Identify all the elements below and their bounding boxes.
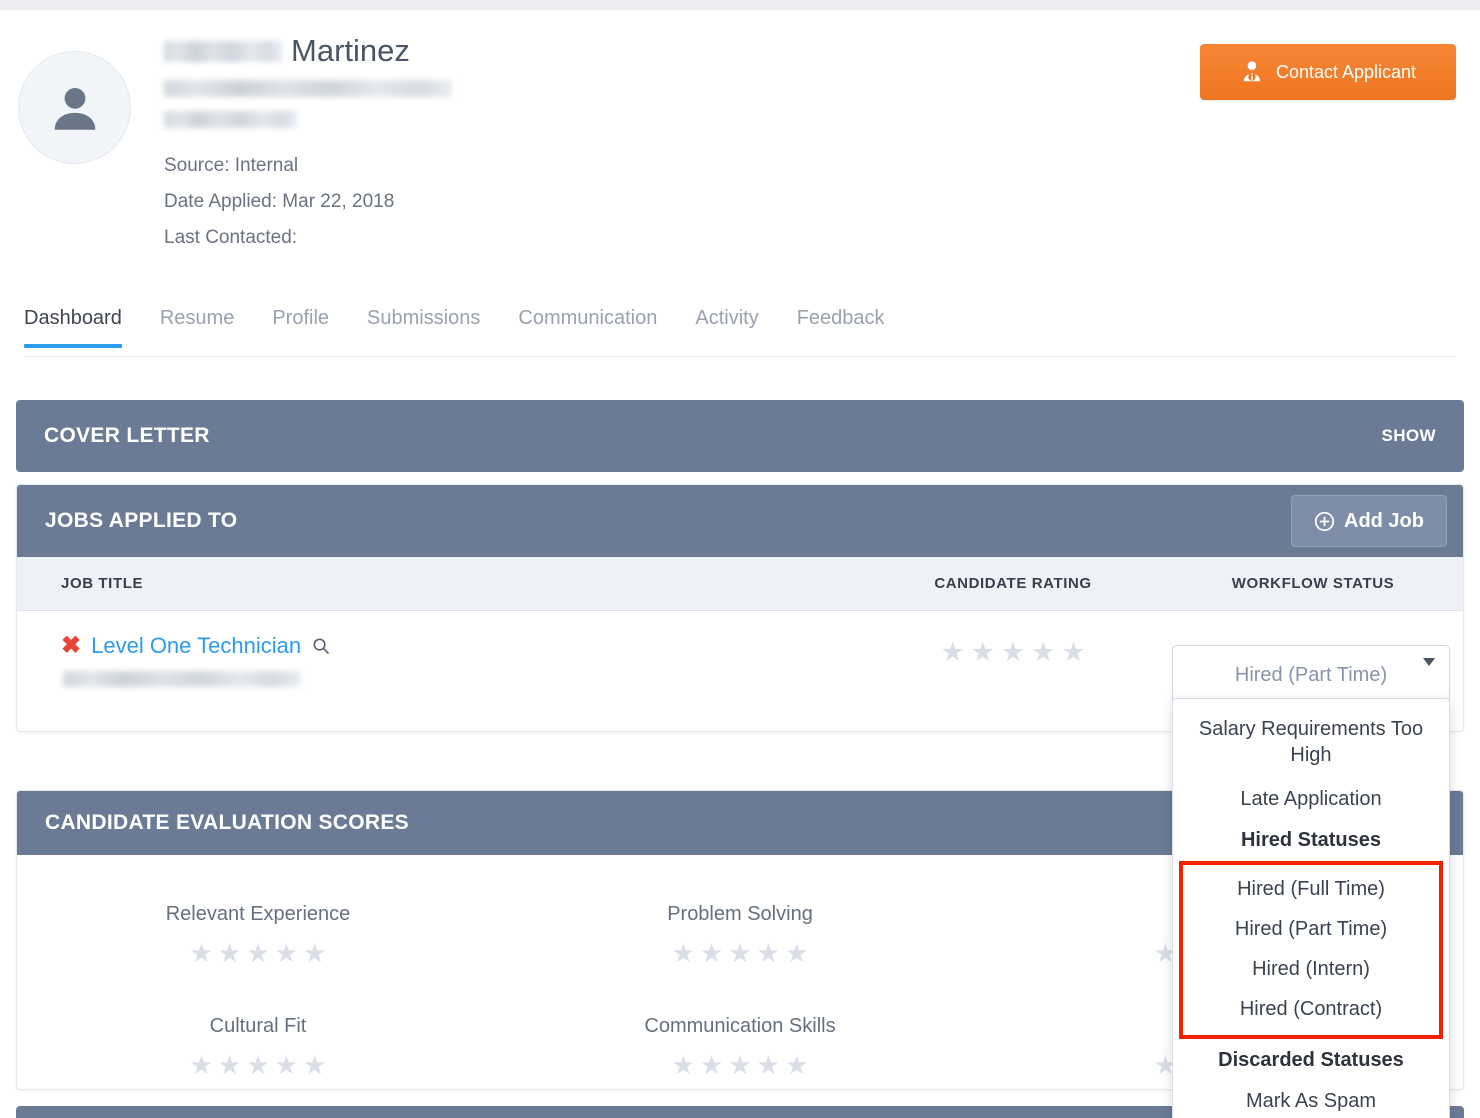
star-3[interactable]: ★ (246, 1052, 269, 1079)
column-candidate-rating: CANDIDATE RATING (863, 557, 1163, 611)
candidate-header: Martinez Source: Internal Date Applied: … (0, 22, 1480, 290)
evaluation-label: Communication Skills (644, 1015, 836, 1037)
last-contacted-label: Last Contacted: (164, 227, 298, 248)
date-applied-label: Date Applied: Mar 22, 2018 (164, 191, 395, 212)
jobs-applied-title: JOBS APPLIED TO (45, 509, 238, 532)
menu-item-late-application[interactable]: Late Application (1173, 777, 1449, 821)
star-1[interactable]: ★ (190, 940, 213, 967)
star-3[interactable]: ★ (1001, 639, 1025, 666)
hired-statuses-annotation-box: Hired (Full Time) Hired (Part Time) Hire… (1179, 861, 1443, 1039)
column-workflow-status: WORKFLOW STATUS (1163, 557, 1463, 611)
source-label: Source: Internal (164, 155, 299, 176)
menu-group-discarded-statuses: Discarded Statuses (1218, 1049, 1404, 1071)
evaluation-item-cultural-fit: Cultural Fit ★ ★ ★ ★ ★ (17, 1015, 499, 1079)
workflow-status-selected-value: Hired (Part Time) (1234, 663, 1388, 686)
job-title-link[interactable]: Level One Technician (91, 633, 301, 659)
star-4[interactable]: ★ (757, 940, 780, 967)
evaluation-stars[interactable]: ★ ★ ★ ★ ★ (499, 1052, 981, 1079)
menu-item-mark-as-spam[interactable]: Mark As Spam (1173, 1079, 1449, 1118)
star-4[interactable]: ★ (757, 1052, 780, 1079)
evaluation-stars[interactable]: ★ ★ ★ ★ ★ (499, 940, 981, 967)
avatar (18, 51, 131, 164)
star-2[interactable]: ★ (218, 940, 241, 967)
job-rating-cell: ★ ★ ★ ★ ★ (863, 611, 1163, 710)
star-4[interactable]: ★ (1031, 639, 1055, 666)
contact-applicant-label: Contact Applicant (1275, 61, 1417, 82)
menu-item-hired-contract[interactable]: Hired (Contract) (1183, 989, 1439, 1029)
redacted-job-subtitle (63, 671, 301, 687)
column-job-title: JOB TITLE (17, 557, 863, 611)
star-1[interactable]: ★ (672, 940, 695, 967)
star-3[interactable]: ★ (728, 1052, 751, 1079)
star-2[interactable]: ★ (218, 1052, 241, 1079)
evaluation-item-communication-skills: Communication Skills ★ ★ ★ ★ ★ (499, 1015, 981, 1079)
tab-dashboard[interactable]: Dashboard (24, 305, 141, 348)
job-title-row: ✖ Level One Technician (61, 633, 863, 659)
star-4[interactable]: ★ (275, 940, 298, 967)
redacted-first-name (164, 40, 282, 62)
star-5[interactable]: ★ (785, 1052, 808, 1079)
tab-activity[interactable]: Activity (676, 305, 777, 347)
add-job-label: Add Job (1344, 509, 1424, 532)
star-4[interactable]: ★ (275, 1052, 298, 1079)
candidate-dashboard-page: Martinez Source: Internal Date Applied: … (0, 0, 1480, 1118)
job-title-cell: ✖ Level One Technician (17, 611, 863, 710)
redacted-contact-line-2 (164, 97, 452, 128)
tab-communication[interactable]: Communication (499, 305, 676, 347)
star-1[interactable]: ★ (672, 1052, 695, 1079)
evaluation-label: Cultural Fit (209, 1015, 307, 1037)
tab-feedback[interactable]: Feedback (778, 305, 904, 347)
star-5[interactable]: ★ (303, 1052, 326, 1079)
star-1[interactable]: ★ (190, 1052, 213, 1079)
person-info-icon (1243, 61, 1260, 82)
candidate-name: Martinez (164, 30, 452, 72)
cover-letter-header: COVER LETTER SHOW (16, 400, 1464, 472)
magnifier-icon[interactable] (311, 636, 331, 656)
candidate-rating-stars[interactable]: ★ ★ ★ ★ ★ (863, 633, 1163, 666)
evaluation-stars[interactable]: ★ ★ ★ ★ ★ (17, 940, 499, 967)
top-strip (0, 0, 1480, 10)
evaluation-label: Relevant Experience (165, 903, 351, 925)
menu-item-hired-full-time[interactable]: Hired (Full Time) (1183, 869, 1439, 909)
candidate-evaluation-title: CANDIDATE EVALUATION SCORES (45, 811, 409, 834)
star-3[interactable]: ★ (246, 940, 269, 967)
person-avatar-icon (54, 87, 95, 130)
cover-letter-panel: COVER LETTER SHOW (16, 400, 1464, 472)
redacted-contact-line-1 (164, 72, 452, 97)
contact-applicant-button[interactable]: Contact Applicant (1200, 44, 1456, 100)
star-3[interactable]: ★ (728, 940, 751, 967)
remove-job-icon[interactable]: ✖ (61, 634, 81, 658)
candidate-tabs: Dashboard Resume Profile Submissions Com… (24, 305, 1456, 357)
star-5[interactable]: ★ (785, 940, 808, 967)
candidate-last-name: Martinez (291, 33, 410, 68)
circle-plus-icon (1314, 511, 1335, 531)
jobs-table-header-row: JOB TITLE CANDIDATE RATING WORKFLOW STAT… (17, 557, 1463, 611)
workflow-status-dropdown-menu: Salary Requirements Too High Late Applic… (1172, 698, 1450, 1118)
star-2[interactable]: ★ (971, 639, 995, 666)
cover-letter-title: COVER LETTER (44, 424, 210, 447)
menu-item-hired-part-time[interactable]: Hired (Part Time) (1183, 909, 1439, 949)
tab-resume[interactable]: Resume (141, 305, 253, 347)
tab-submissions[interactable]: Submissions (348, 305, 499, 347)
menu-item-salary-requirements-too-high[interactable]: Salary Requirements Too High (1173, 707, 1449, 777)
workflow-status-select[interactable]: Hired (Part Time) (1172, 645, 1450, 705)
star-5[interactable]: ★ (303, 940, 326, 967)
star-2[interactable]: ★ (700, 940, 723, 967)
evaluation-item-relevant-experience: Relevant Experience ★ ★ ★ ★ ★ (17, 903, 499, 967)
chevron-down-icon (1423, 658, 1435, 666)
jobs-applied-header: JOBS APPLIED TO Add Job (17, 485, 1463, 557)
evaluation-item-problem-solving: Problem Solving ★ ★ ★ ★ ★ (499, 903, 981, 967)
cover-letter-show-link[interactable]: SHOW (1382, 426, 1436, 446)
star-2[interactable]: ★ (700, 1052, 723, 1079)
add-job-button[interactable]: Add Job (1291, 495, 1447, 547)
tab-profile[interactable]: Profile (253, 305, 348, 347)
menu-item-hired-intern[interactable]: Hired (Intern) (1183, 949, 1439, 989)
menu-group-hired-statuses: Hired Statuses (1240, 829, 1382, 851)
star-1[interactable]: ★ (940, 639, 964, 666)
evaluation-label: Problem Solving (667, 903, 813, 925)
jobs-table-head: JOB TITLE CANDIDATE RATING WORKFLOW STAT… (17, 557, 1463, 611)
evaluation-stars[interactable]: ★ ★ ★ ★ ★ (17, 1052, 499, 1079)
candidate-info: Martinez Source: Internal Date Applied: … (164, 30, 452, 256)
star-5[interactable]: ★ (1061, 639, 1085, 666)
